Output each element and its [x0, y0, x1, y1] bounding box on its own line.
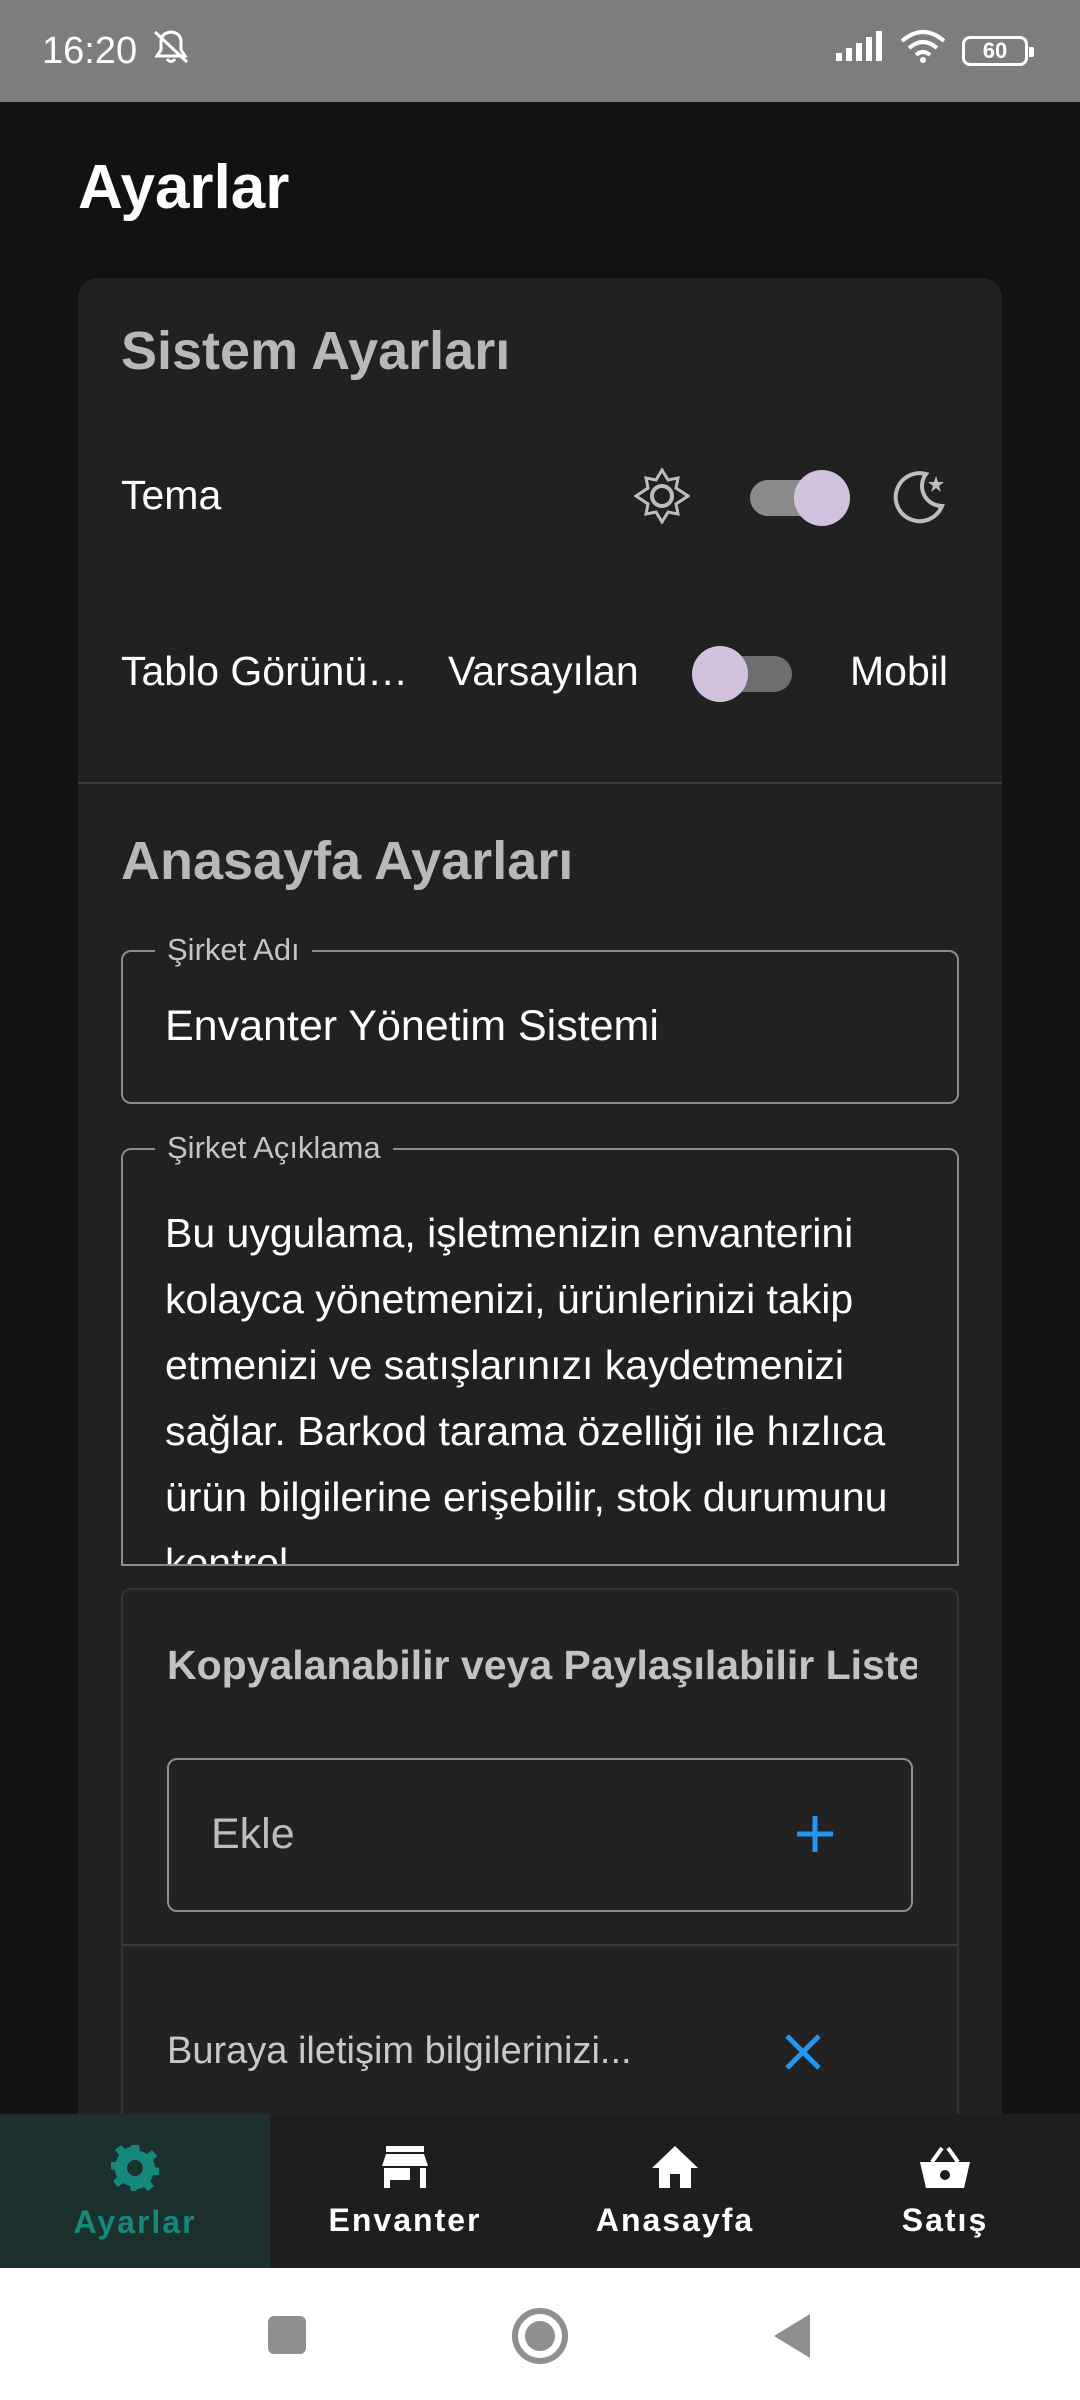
nav-item-home[interactable]: Anasayfa: [540, 2114, 810, 2268]
home-button[interactable]: [510, 2306, 570, 2371]
table-option-default: Varsayılan: [448, 648, 639, 694]
nav-label-sales: Satış: [901, 2201, 989, 2238]
list-item-text: Buraya iletişim bilgilerinizi...: [167, 2030, 632, 2072]
battery-level: 60: [982, 38, 1008, 63]
company-name-label: Şirket Adı: [155, 932, 312, 968]
table-view-switch[interactable]: [690, 644, 800, 704]
company-description-field[interactable]: Şirket Açıklama Bu uygulama, işletmenizi…: [121, 1130, 959, 1566]
company-name-field[interactable]: Şirket Adı Envanter Yönetim Sistemi: [121, 932, 959, 1104]
back-button[interactable]: [770, 2312, 814, 2365]
system-settings-title: Sistem Ayarları: [121, 321, 511, 381]
status-time: 16:20: [42, 29, 138, 72]
nav-label-settings: Ayarlar: [73, 2203, 197, 2240]
battery-icon: 60: [962, 36, 1034, 66]
table-view-label: Tablo Görünü…: [121, 648, 409, 694]
home-icon: [650, 2144, 700, 2198]
table-option-mobile: Mobil: [850, 648, 948, 694]
bottom-navigation: Ayarlar Envanter Anasayfa Satış: [0, 2114, 1080, 2268]
add-item-placeholder: Ekle: [211, 1810, 295, 1858]
list-divider: [123, 1944, 957, 1946]
sun-icon: [633, 467, 691, 529]
store-icon: [380, 2144, 430, 2198]
company-description-value: Bu uygulama, işletmenizin envanterini ko…: [165, 1210, 888, 1566]
list-title: Kopyalanabilir veya Paylaşılabilir Liste: [167, 1642, 917, 1688]
remove-item-icon[interactable]: [779, 2028, 827, 2081]
copyable-list-card: Kopyalanabilir veya Paylaşılabilir Liste…: [121, 1588, 959, 2118]
moon-icon: [890, 466, 950, 531]
company-description-label: Şirket Açıklama: [155, 1130, 393, 1166]
nav-item-settings[interactable]: Ayarlar: [0, 2114, 270, 2268]
add-item-field[interactable]: Ekle: [167, 1758, 913, 1912]
page-title: Ayarlar: [78, 153, 290, 222]
nav-label-home: Anasayfa: [595, 2201, 755, 2238]
company-name-value: Envanter Yönetim Sistemi: [165, 1002, 659, 1050]
settings-card: Sistem Ayarları Tema Tablo Görünü… Varsa…: [78, 278, 1002, 2118]
theme-label: Tema: [121, 472, 222, 518]
status-bar: 16:20 60: [0, 0, 1080, 102]
gear-icon: [110, 2142, 160, 2200]
home-settings-title: Anasayfa Ayarları: [121, 831, 574, 891]
nav-label-inventory: Envanter: [328, 2201, 482, 2238]
section-divider: [78, 782, 1002, 784]
alarm-off-icon: [149, 26, 193, 76]
theme-switch[interactable]: [742, 468, 852, 528]
add-icon[interactable]: [791, 1810, 839, 1863]
system-navigation-bar: [0, 2268, 1080, 2400]
recent-apps-button[interactable]: [266, 2314, 308, 2361]
basket-icon: [918, 2144, 972, 2198]
nav-item-sales[interactable]: Satış: [810, 2114, 1080, 2268]
wifi-icon: [900, 29, 946, 73]
signal-icon: [834, 30, 884, 73]
nav-item-inventory[interactable]: Envanter: [270, 2114, 540, 2268]
